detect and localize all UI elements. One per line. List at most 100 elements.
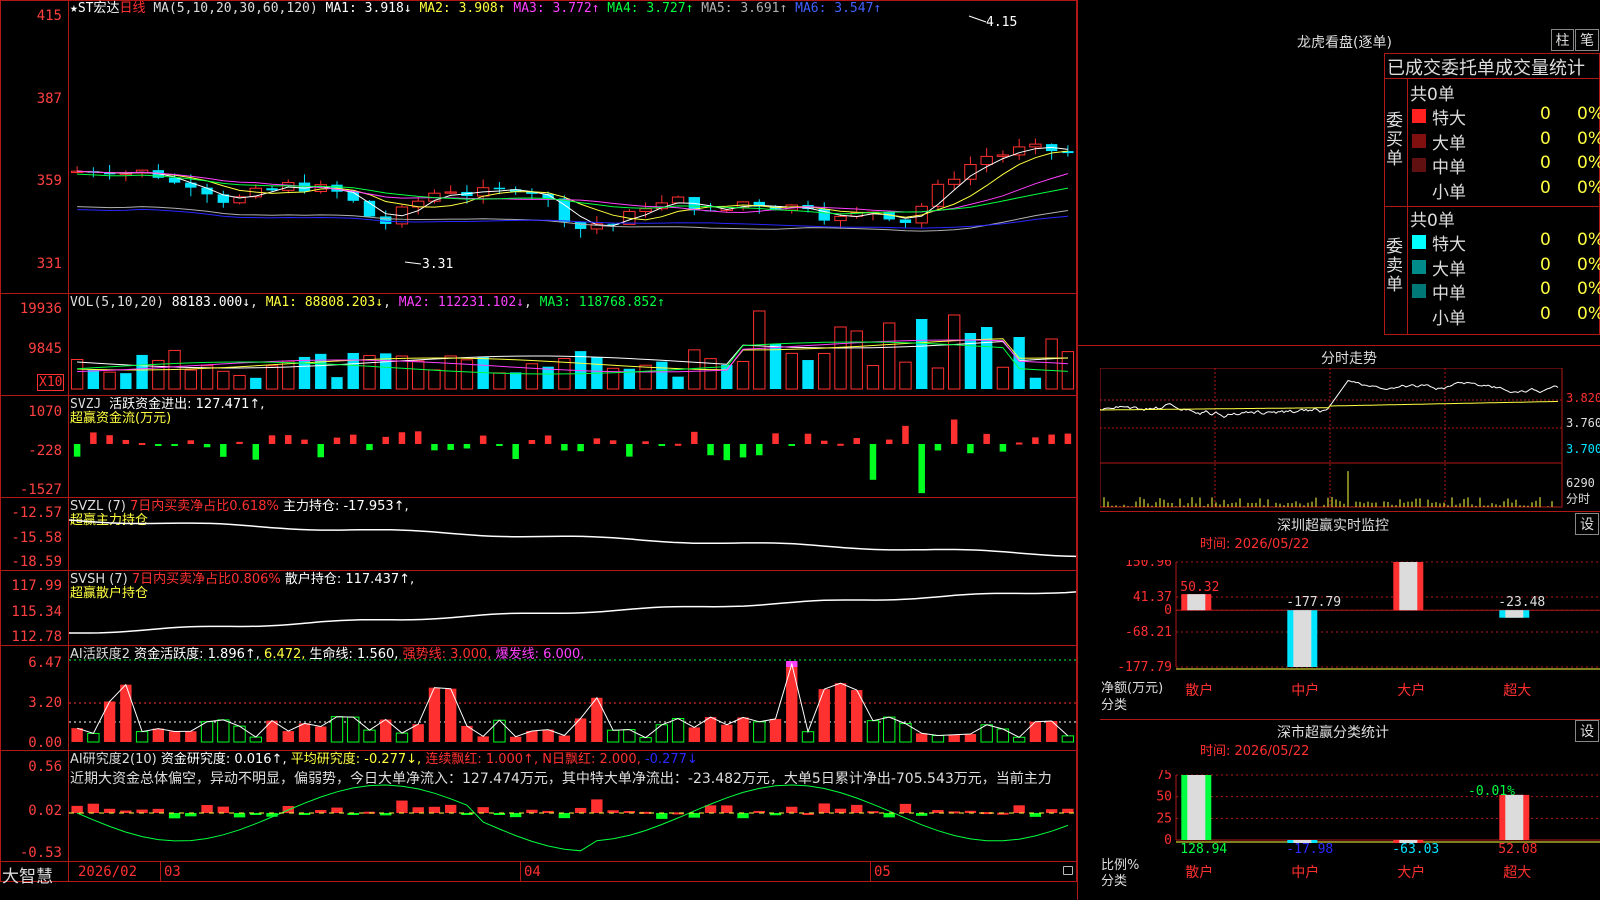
research-bar[interactable]: [136, 809, 148, 813]
activity-bar[interactable]: [639, 737, 652, 743]
candle-body[interactable]: [899, 219, 912, 223]
fund-flow-bar[interactable]: [398, 432, 406, 444]
activity-bar[interactable]: [866, 720, 880, 743]
research-bar[interactable]: [883, 813, 895, 818]
volume-chart[interactable]: [69, 294, 1076, 395]
fund-flow-bar[interactable]: [626, 444, 633, 457]
activity-bar[interactable]: [1029, 721, 1042, 742]
research-bar[interactable]: [428, 806, 441, 813]
activity-bar[interactable]: [769, 718, 782, 742]
fund-flow-bar[interactable]: [333, 437, 341, 444]
activity-bar[interactable]: [786, 664, 798, 742]
research-bar[interactable]: [1013, 805, 1025, 813]
research-bar[interactable]: [786, 806, 798, 813]
fund-flow-bar[interactable]: [122, 439, 130, 444]
research-bar[interactable]: [818, 803, 830, 813]
candle-body[interactable]: [282, 182, 295, 191]
fund-flow-bar[interactable]: [723, 444, 731, 461]
fund-flow-bar[interactable]: [739, 444, 747, 458]
szjk-settings-button[interactable]: 设: [1575, 513, 1599, 535]
fund-flow-bar[interactable]: [885, 439, 893, 444]
activity-bar[interactable]: [606, 729, 620, 743]
volume-bar[interactable]: [1029, 377, 1042, 389]
main-holding-chart[interactable]: [69, 498, 1076, 570]
activity-bar[interactable]: [152, 728, 165, 742]
candle-body[interactable]: [948, 178, 961, 185]
fund-flow-bar[interactable]: [772, 433, 779, 444]
activity-bar[interactable]: [509, 736, 522, 742]
volume-bar[interactable]: [444, 355, 457, 390]
volume-bar[interactable]: [980, 327, 993, 389]
volume-bar[interactable]: [200, 365, 214, 390]
activity-bar[interactable]: [135, 731, 149, 743]
volume-bar[interactable]: [250, 377, 262, 389]
research-bar[interactable]: [396, 800, 408, 813]
volume-bar[interactable]: [542, 366, 554, 389]
activity-bar[interactable]: [200, 721, 214, 743]
research-bar[interactable]: [558, 813, 571, 819]
volume-bar[interactable]: [948, 314, 961, 390]
activity-bar[interactable]: [916, 733, 928, 742]
activity-bar[interactable]: [185, 731, 197, 742]
fund-flow-bar[interactable]: [1032, 437, 1039, 444]
volume-bar[interactable]: [217, 370, 230, 390]
activity-bar[interactable]: [330, 716, 344, 743]
candlestick-chart[interactable]: [69, 0, 1076, 293]
fund-flow-bar[interactable]: [691, 431, 698, 444]
activity-bar[interactable]: [591, 697, 603, 742]
fund-flow-bar[interactable]: [934, 444, 942, 451]
fund-flow-bar[interactable]: [171, 444, 178, 446]
research-bar[interactable]: [574, 807, 587, 813]
candle-body[interactable]: [380, 216, 392, 224]
candle-body[interactable]: [1029, 143, 1042, 148]
fund-flow-bar[interactable]: [593, 438, 601, 444]
fund-flow-bar[interactable]: [106, 435, 113, 444]
fund-flow-bar[interactable]: [544, 435, 552, 444]
volume-bar[interactable]: [120, 373, 132, 389]
research-bar[interactable]: [445, 804, 457, 813]
activity-bar[interactable]: [671, 717, 685, 743]
fund-flow-bar[interactable]: [236, 441, 243, 444]
activity-bar[interactable]: [87, 732, 100, 743]
fund-flow-bar[interactable]: [512, 444, 519, 460]
research-bar[interactable]: [591, 799, 603, 813]
fund-flow-bar[interactable]: [382, 436, 389, 444]
candle-body[interactable]: [574, 222, 587, 229]
volume-bar[interactable]: [87, 370, 100, 389]
volume-bar[interactable]: [233, 374, 246, 390]
activity-bar[interactable]: [883, 716, 896, 743]
research-chart[interactable]: [69, 751, 1076, 861]
activity-bar[interactable]: [818, 689, 830, 742]
research-bar[interactable]: [737, 813, 749, 819]
fund-flow-bar[interactable]: [431, 444, 438, 451]
fund-flow-bar[interactable]: [756, 444, 763, 456]
activity-bar[interactable]: [249, 736, 262, 743]
volume-bar[interactable]: [428, 369, 441, 390]
research-bar[interactable]: [1062, 808, 1074, 813]
fund-flow-bar[interactable]: [268, 435, 276, 444]
activity-bar[interactable]: [298, 723, 311, 742]
research-bar[interactable]: [721, 805, 733, 813]
volume-bar[interactable]: [996, 366, 1010, 390]
szjk-bar-chart[interactable]: 150.9641.370-68.21-177.7950.32散户-177.79中…: [1100, 560, 1600, 720]
volume-bar[interactable]: [347, 353, 359, 389]
fund-flow-bar[interactable]: [1064, 433, 1072, 444]
candle-body[interactable]: [347, 191, 359, 201]
volume-bar[interactable]: [656, 361, 668, 389]
fund-flow-bar[interactable]: [90, 432, 97, 444]
volume-bar[interactable]: [672, 376, 684, 389]
volume-bar[interactable]: [298, 356, 311, 389]
volume-bar[interactable]: [70, 359, 84, 390]
volume-bar[interactable]: [883, 322, 896, 390]
fund-flow-bar[interactable]: [349, 434, 357, 444]
fund-flow-bar[interactable]: [853, 438, 860, 444]
activity-bar[interactable]: [737, 717, 749, 742]
fund-flow-bar[interactable]: [155, 444, 162, 446]
volume-bar[interactable]: [493, 372, 506, 390]
fund-flow-bar[interactable]: [707, 444, 714, 456]
research-bar[interactable]: [851, 804, 863, 813]
candle-body[interactable]: [444, 191, 457, 194]
fund-flow-bar[interactable]: [479, 435, 487, 444]
activity-bar[interactable]: [834, 683, 847, 742]
fund-flow-bar[interactable]: [1048, 434, 1055, 444]
